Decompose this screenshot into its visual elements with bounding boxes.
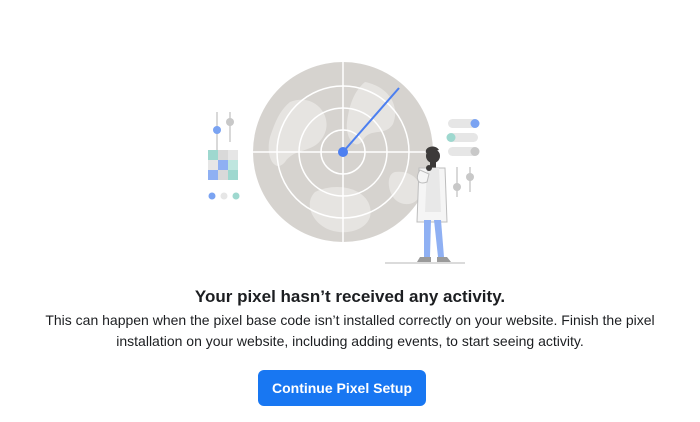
right-toggle-icons [446,119,480,197]
left-slider-icons [213,112,234,150]
left-grid-icon [208,150,240,200]
radar-icon [253,62,433,242]
empty-state-title: Your pixel hasn’t received any activity. [194,287,506,306]
empty-state-description: This can happen when the pixel base code… [45,312,655,349]
radar-scientist-illustration [195,62,505,272]
pixel-empty-state: Your pixel hasn’t received any activity.… [0,0,700,422]
continue-pixel-setup-button[interactable]: Continue Pixel Setup [258,370,426,406]
illustration-graphic [208,62,480,264]
